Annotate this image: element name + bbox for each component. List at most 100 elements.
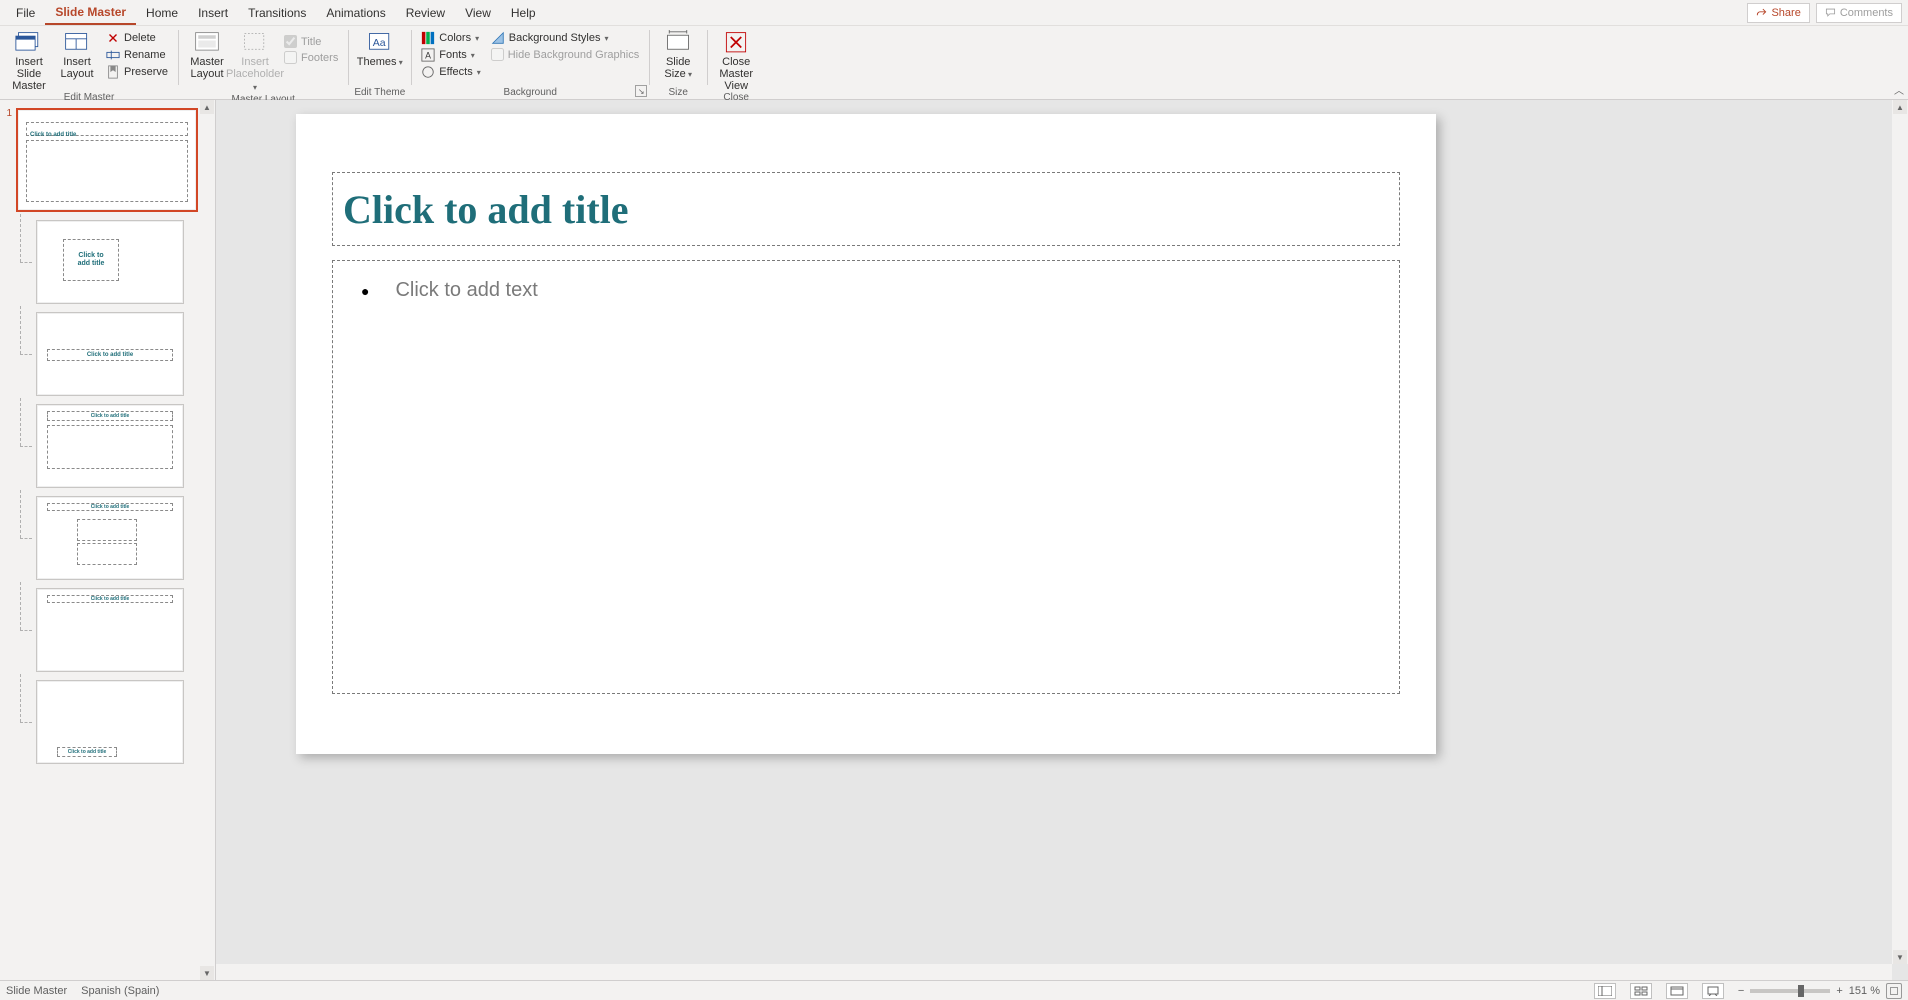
tab-view[interactable]: View (455, 2, 501, 24)
thumb-layout-4[interactable]: Click to add title (36, 496, 184, 580)
zoom-value[interactable]: 151 % (1849, 985, 1880, 997)
ribbon-collapse-button[interactable]: ︿ (1894, 82, 1904, 97)
themes-icon: Aa (366, 30, 394, 54)
editor-scroll-track-v[interactable] (1893, 114, 1907, 950)
zoom-slider[interactable] (1750, 989, 1830, 993)
editor-vertical-scrollbar[interactable]: ▲ ▼ (1892, 100, 1908, 964)
insert-slide-master-button[interactable]: Insert Slide Master (6, 28, 52, 92)
body-placeholder[interactable]: Click to add text (332, 260, 1400, 694)
title-checkbox[interactable]: Title (280, 34, 342, 49)
svg-text:Aa: Aa (373, 37, 386, 49)
status-mode: Slide Master (6, 985, 67, 997)
slide-size-button[interactable]: Slide Size (655, 28, 701, 81)
tab-insert[interactable]: Insert (188, 2, 238, 24)
title-placeholder[interactable]: Click to add title (332, 172, 1400, 246)
close-master-view-button[interactable]: Close Master View (713, 28, 759, 92)
hide-bg-label: Hide Background Graphics (508, 49, 639, 61)
tab-animations[interactable]: Animations (316, 2, 395, 24)
master-number: 1 (2, 108, 12, 119)
title-checkbox-label: Title (301, 36, 321, 48)
title-checkbox-input[interactable] (284, 35, 297, 48)
colors-label: Colors (439, 32, 471, 44)
share-button[interactable]: Share (1747, 3, 1809, 23)
slide-size-icon (664, 30, 692, 54)
colors-icon (421, 31, 435, 45)
thumbnail-scrollbar[interactable]: ▲ ▼ (199, 100, 215, 980)
group-edit-master: Insert Slide Master Insert Layout Delete… (0, 26, 178, 99)
background-styles-button[interactable]: Background Styles (487, 30, 643, 46)
share-icon (1756, 7, 1767, 18)
thumb-layout-6[interactable]: Click to add title (36, 680, 184, 764)
editor-scroll-up-button[interactable]: ▲ (1893, 100, 1907, 114)
thumb-layout-2-title: Click to add title (87, 352, 133, 358)
insert-placeholder-icon (241, 30, 269, 54)
comments-button[interactable]: Comments (1816, 3, 1902, 23)
tab-file[interactable]: File (6, 2, 45, 24)
group-label-size: Size (668, 85, 687, 99)
insert-placeholder-label: Insert Placeholder (226, 56, 284, 94)
ribbon: Insert Slide Master Insert Layout Delete… (0, 26, 1908, 100)
fonts-button[interactable]: A Fonts (417, 47, 484, 63)
themes-button[interactable]: Aa Themes (357, 28, 403, 69)
footers-checkbox-input[interactable] (284, 51, 297, 64)
group-close: Close Master View Close (707, 26, 765, 99)
group-background: Colors A Fonts Effects Background Styles (411, 26, 649, 99)
zoom-slider-thumb[interactable] (1798, 985, 1804, 997)
preserve-button[interactable]: Preserve (102, 64, 172, 80)
insert-placeholder-button[interactable]: Insert Placeholder (232, 28, 278, 94)
zoom-control: − + 151 % (1738, 983, 1902, 999)
insert-slide-master-icon (15, 30, 43, 54)
zoom-in-button[interactable]: + (1836, 985, 1842, 997)
rename-button[interactable]: Rename (102, 47, 172, 63)
tab-home[interactable]: Home (136, 2, 188, 24)
hide-bg-checkbox-input[interactable] (491, 48, 504, 61)
status-language[interactable]: Spanish (Spain) (81, 985, 159, 997)
thumbnail-panel: 1 Click to add title Click toadd title C… (0, 100, 216, 980)
fonts-icon: A (421, 48, 435, 62)
zoom-out-button[interactable]: − (1738, 985, 1744, 997)
slide-size-label: Slide Size (664, 56, 692, 81)
thumbs-scroll-up-button[interactable]: ▲ (200, 100, 214, 114)
master-layout-button[interactable]: Master Layout (184, 28, 230, 80)
tab-transitions[interactable]: Transitions (238, 2, 316, 24)
insert-layout-button[interactable]: Insert Layout (54, 28, 100, 80)
reading-view-button[interactable] (1666, 983, 1688, 999)
thumbs-scroll-down-button[interactable]: ▼ (200, 966, 214, 980)
editor-scroll-down-button[interactable]: ▼ (1893, 950, 1907, 964)
thumb-layout-3[interactable]: Click to add title (36, 404, 184, 488)
master-layout-icon (193, 30, 221, 54)
thumb-slide-master[interactable]: Click to add title (16, 108, 198, 212)
thumb-master-title: Click to add title (27, 132, 76, 138)
thumb-layout-1[interactable]: Click toadd title (36, 220, 184, 304)
share-label: Share (1771, 7, 1800, 19)
tab-slide-master[interactable]: Slide Master (45, 1, 136, 25)
hide-bg-checkbox[interactable]: Hide Background Graphics (487, 47, 643, 62)
body-placeholder-text: Click to add text (395, 279, 537, 302)
colors-button[interactable]: Colors (417, 30, 484, 46)
thumb-layout-3-title: Click to add title (91, 413, 130, 419)
thumb-layout-2[interactable]: Click to add title (36, 312, 184, 396)
preserve-icon (106, 65, 120, 79)
svg-text:A: A (425, 51, 431, 61)
group-edit-theme: Aa Themes Edit Theme (348, 26, 411, 99)
slide-editor[interactable]: Click to add title Click to add text ▲ ▼ (216, 100, 1908, 980)
thumb-layout-5[interactable]: Click to add title (36, 588, 184, 672)
slide-sorter-view-button[interactable] (1630, 983, 1652, 999)
delete-button[interactable]: Delete (102, 30, 172, 46)
effects-button[interactable]: Effects (417, 64, 484, 80)
normal-view-button[interactable] (1594, 983, 1616, 999)
tab-review[interactable]: Review (396, 2, 455, 24)
close-icon (722, 30, 750, 54)
thumb-layout-1-title: Click toadd title (78, 252, 105, 268)
tab-help[interactable]: Help (501, 2, 546, 24)
footers-checkbox[interactable]: Footers (280, 50, 342, 65)
fit-to-window-button[interactable] (1886, 983, 1902, 999)
slideshow-view-button[interactable] (1702, 983, 1724, 999)
group-label-background: Background (504, 85, 557, 99)
editor-horizontal-scrollbar[interactable] (216, 964, 1892, 980)
slide-canvas[interactable]: Click to add title Click to add text (296, 114, 1436, 754)
thumbs-scroll-track[interactable] (200, 114, 214, 966)
title-placeholder-text: Click to add title (343, 186, 629, 233)
thumb-layout-5-title: Click to add title (91, 596, 130, 602)
background-dialog-launcher[interactable]: ↘ (635, 85, 647, 97)
